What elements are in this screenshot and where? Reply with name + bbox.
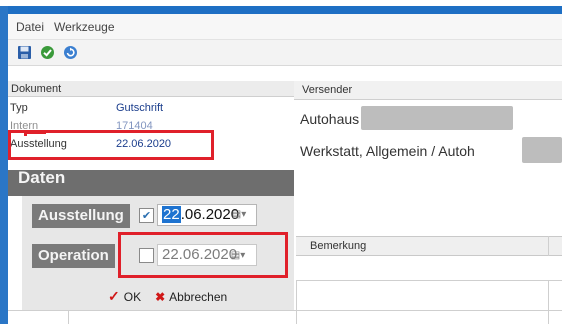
grid-column-divider [296, 280, 297, 324]
highlight-box-connector [24, 131, 46, 136]
field-value-typ: Gutschrift [116, 102, 164, 114]
refresh-icon[interactable] [62, 44, 79, 61]
save-icon[interactable] [16, 44, 33, 61]
grid-row-line [296, 280, 562, 281]
cancel-button[interactable]: ✖ Abbrechen [155, 288, 227, 305]
ok-label: OK [123, 289, 142, 304]
calendar-dropdown-icon[interactable]: ▤▾ [230, 208, 248, 222]
check-icon[interactable] [39, 44, 56, 61]
sender-line-2: Werkstatt, Allgemein / Autoh [300, 143, 475, 159]
date-day-selection: 22 [162, 206, 181, 223]
popup-label-ausstellung: Ausstellung [32, 204, 130, 228]
daten-title: Daten [18, 168, 66, 187]
close-icon: ✖ [155, 289, 166, 304]
highlight-box-operation [118, 232, 288, 278]
window-left-frame [0, 6, 8, 324]
section-versender-header: Versender [294, 81, 562, 100]
grid-header-bemerkung: Bemerkung [296, 236, 562, 256]
grid-row-line [8, 310, 562, 311]
ausstellung-checkbox[interactable]: ✔ [139, 208, 154, 223]
popup-label-operation: Operation [32, 244, 115, 268]
grid-column-divider [548, 236, 549, 256]
ok-button[interactable]: ✓ OK [108, 288, 141, 305]
section-dokument-header: Dokument [8, 81, 294, 97]
menu-bar: Datei Werkzeuge [8, 14, 562, 40]
grid-column-divider [68, 310, 69, 324]
field-row-typ: Typ Gutschrift [8, 99, 294, 117]
checkmark-icon: ✓ [108, 288, 120, 304]
menu-datei[interactable]: Datei [16, 20, 44, 34]
redacted-block [361, 106, 513, 130]
toolbar [8, 40, 562, 66]
menu-werkzeuge[interactable]: Werkzeuge [54, 20, 114, 34]
field-label-typ: Typ [10, 102, 28, 114]
cancel-label: Abbrechen [169, 289, 228, 304]
grid-column-divider [548, 280, 549, 324]
checkmark-icon: ✔ [141, 210, 152, 222]
popup-actions: ✓ OK ✖ Abbrechen [108, 288, 227, 305]
sender-line-1: Autohaus [300, 111, 360, 127]
redacted-block [522, 137, 562, 163]
window-top-strip [0, 0, 562, 14]
window-title-bar [0, 6, 562, 14]
ausstellung-date-input[interactable]: 22.06.2020 ▤▾ [157, 204, 257, 226]
